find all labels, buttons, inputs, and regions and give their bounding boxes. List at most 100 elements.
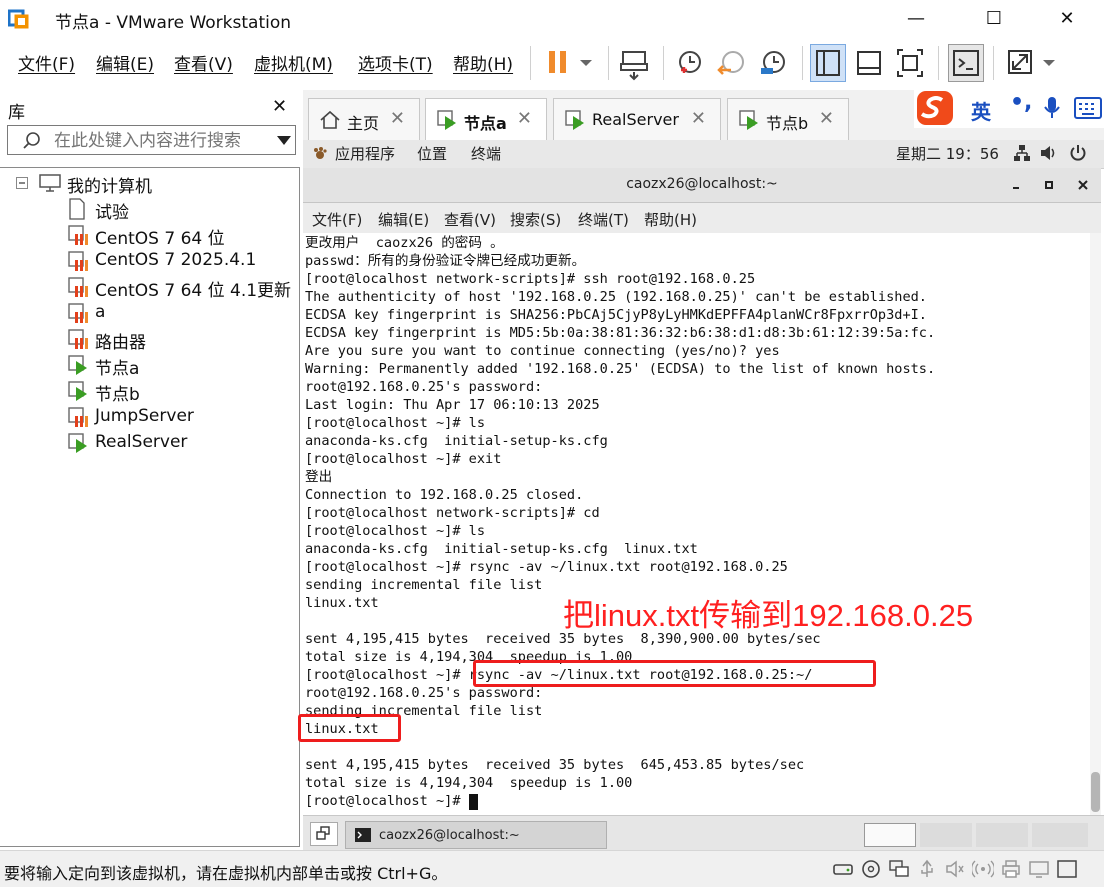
revert-snapshot-button[interactable] [715,44,749,82]
revert-icon [717,51,744,75]
search-dropdown-icon [277,136,291,145]
toolbar-separator [993,46,994,80]
tab-node-a[interactable]: 节点a ✕ [425,98,547,141]
highlight-rsync-command [473,660,876,687]
tree-item[interactable]: CentOS 7 64 位 4.1更新 [67,274,297,301]
snapshot-manager-button[interactable] [757,44,791,82]
terminal-line: Are you sure you want to continue connec… [305,343,780,359]
network-icon [1014,145,1030,161]
vm-running-icon [67,380,87,402]
tree-item-label: CentOS 7 64 位 4.1更新 [95,281,292,301]
cd-dvd-icon [862,860,880,878]
tree-item-label: 试验 [95,203,129,223]
terminal-menu-view[interactable]: 查看(V) [444,209,496,230]
tree-item[interactable]: a [67,300,297,326]
terminal-line: sent 4,195,415 bytes received 35 bytes 6… [305,757,805,773]
tree-item-label: a [95,302,106,322]
console-view-button[interactable] [948,44,984,82]
terminal-line: 更改用户 caozx26 的密码 。 [305,235,504,251]
search-icon [23,132,40,149]
terminal-line: [root@localhost network-scripts]# ssh ro… [305,271,756,287]
tree-item-label: CentOS 7 2025.4.1 [95,250,257,270]
tab-node-b-close-icon[interactable]: ✕ [819,108,834,129]
tab-realserver-close-icon[interactable]: ✕ [691,108,706,129]
vm-off-icon [67,250,88,272]
ime-toolbar: 英 •, [914,88,1104,128]
vm-off-icon [67,302,88,324]
terminal-scrollbar[interactable] [1090,233,1101,815]
guest-menu-applications[interactable]: 应用程序 [335,143,395,164]
tab-node-b[interactable]: 节点b ✕ [727,98,849,140]
annotation-text: 把linux.txt传输到192.168.0.25 [563,598,974,633]
workspace-2[interactable] [920,823,972,847]
tree-item[interactable]: 节点a [67,352,297,379]
snapshot-button[interactable] [673,44,707,82]
computer-icon [39,174,61,192]
tree-item[interactable]: CentOS 7 2025.4.1 [67,248,297,274]
tree-item[interactable]: JumpServer [67,404,297,430]
stretch-icon [1008,50,1055,74]
tab-home[interactable]: 主页 ✕ [308,98,420,140]
terminal-line: total size is 4,194,304 speedup is 1.00 [305,775,633,791]
guest-menu-terminal[interactable]: 终端 [471,143,501,164]
terminal-cursor [469,794,478,810]
terminal-menu-search[interactable]: 搜索(S) [510,209,561,230]
library-search-input[interactable] [52,129,266,153]
show-library-button[interactable] [810,44,846,82]
guest-clock[interactable]: 星期二 19：56 [896,143,999,164]
terminal-menu-terminal[interactable]: 终端(T) [578,209,629,230]
terminal-output[interactable]: 更改用户 caozx26 的密码 。 passwd：所有的身份验证令牌已经成功更新… [303,233,1090,815]
terminal-line: Connection to 192.168.0.25 closed. [305,487,584,503]
tree-item[interactable]: CentOS 7 64 位 [67,222,297,249]
wireless-icon [972,860,994,878]
tab-node-a-close-icon[interactable]: ✕ [517,108,532,129]
tree-item[interactable]: 试验 [67,196,297,223]
menu-file[interactable]: 文件(F) [18,50,75,75]
menu-view[interactable]: 查看(V) [174,50,233,75]
message-icon [1057,860,1077,878]
taskbar-terminal-window[interactable]: caozx26@localhost:~ [345,821,607,849]
stretch-guest-button[interactable] [1003,44,1058,82]
show-desktop-button[interactable] [310,822,338,846]
send-ctrl-alt-del-button[interactable] [618,44,652,82]
tab-home-close-icon[interactable]: ✕ [390,108,405,129]
terminal-line: Warning: Permanently added '192.168.0.25… [305,361,936,377]
ime-punct-label[interactable]: •, [1010,90,1032,115]
tree-item-label: JumpServer [95,406,194,426]
toolbar-separator [530,46,531,80]
vm-off-icon [67,328,88,350]
document-icon [67,198,87,220]
menu-edit[interactable]: 编辑(E) [96,50,154,75]
terminal-scrollbar-thumb[interactable] [1091,772,1100,812]
workspace-4[interactable] [1032,823,1088,847]
library-search-box [7,125,296,155]
keyboard-icon [1074,97,1102,119]
menu-vm[interactable]: 虚拟机(M) [254,50,333,75]
terminal-maximize-icon [1045,181,1053,189]
tree-item-label: 节点a [95,359,140,379]
terminal-menu-help[interactable]: 帮助(H) [644,209,697,230]
ime-mode-label[interactable]: 英 [971,96,991,125]
menu-tabs[interactable]: 选项卡(T) [358,50,433,75]
network-adapter-icon [889,860,909,877]
thumbnail-bar-button[interactable] [852,44,886,82]
workspace-1[interactable] [864,823,916,847]
close-window-button[interactable]: ✕ [1047,6,1087,32]
workspace-3[interactable] [976,823,1028,847]
tree-item[interactable]: 节点b [67,378,297,405]
tree-item[interactable]: 路由器 [67,326,297,353]
menu-help[interactable]: 帮助(H) [453,50,513,75]
minimize-button[interactable]: — [896,6,936,32]
library-close-button[interactable]: ✕ [272,96,287,117]
tree-item[interactable]: RealServer [67,430,297,456]
tab-realserver[interactable]: RealServer ✕ [553,98,721,140]
guest-menu-places[interactable]: 位置 [417,143,447,164]
terminal-line: [root@localhost ~]# ls [305,415,486,431]
printer-icon [1002,860,1020,878]
tree-root-my-computer[interactable]: 我的计算机 [16,170,296,197]
terminal-menu-file[interactable]: 文件(F) [312,209,362,230]
pause-button[interactable] [545,44,600,82]
terminal-menu-edit[interactable]: 编辑(E) [378,209,429,230]
fullscreen-button[interactable] [893,44,927,82]
maximize-button[interactable]: ☐ [974,6,1014,32]
